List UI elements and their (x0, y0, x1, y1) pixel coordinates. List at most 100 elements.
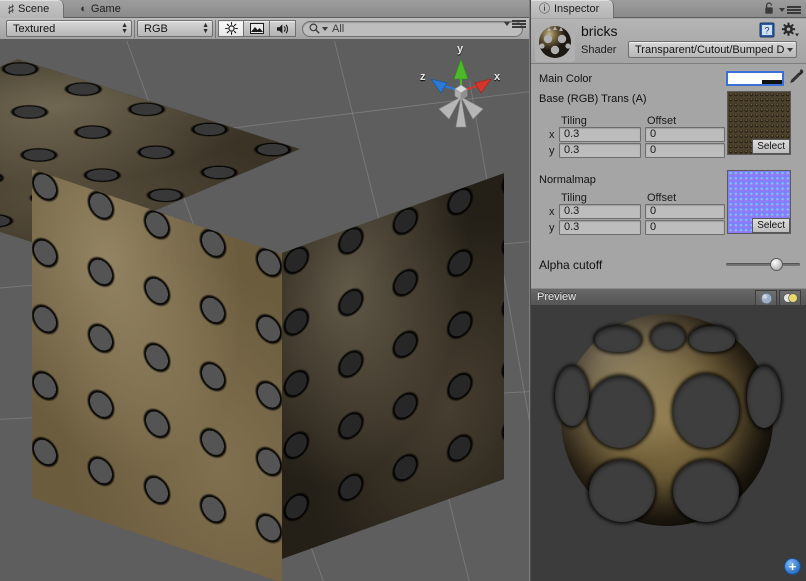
preview-title: Preview (537, 291, 576, 303)
sphere-icon (760, 292, 773, 305)
normalmap-select-button[interactable]: Select (752, 218, 790, 233)
normalmap-offset-y-input[interactable]: 0 (645, 220, 725, 235)
audio-toggle-button[interactable] (270, 20, 296, 37)
chevron-updown-icon: ▲▼ (121, 23, 128, 35)
help-button[interactable]: ? (759, 22, 775, 38)
cube-face-right-holes (282, 173, 504, 559)
cube-face-left (32, 169, 282, 581)
base-y-axis-label: y (549, 145, 555, 157)
alpha-cutoff-label: Alpha cutoff (539, 258, 602, 272)
inspector-lock-button[interactable] (763, 2, 777, 16)
grid-icon: ♯ (8, 0, 14, 18)
padlock-icon (763, 2, 775, 15)
normalmap-tiling-x-input[interactable]: 0.3 (559, 204, 641, 219)
plus-icon: + (789, 560, 797, 573)
gizmo-x-cone (475, 79, 491, 93)
base-tiling-y-input[interactable]: 0.3 (559, 143, 641, 158)
inspector-panel: ⓘ Inspector (530, 0, 806, 581)
base-texture-select-label: Select (757, 141, 785, 152)
normalmap-tiling-label: Tiling (561, 192, 587, 204)
normalmap-label: Normalmap (539, 174, 596, 186)
scene-menu-button[interactable] (504, 20, 526, 28)
base-tiling-label: Tiling (561, 115, 587, 127)
shader-label: Shader (581, 44, 616, 56)
hamburger-menu-icon (512, 20, 526, 28)
draw-mode-value: Textured (13, 23, 55, 35)
base-texture-slot[interactable]: Select (727, 91, 791, 155)
normalmap-offset-x-input[interactable]: 0 (645, 204, 725, 219)
main-color-swatch[interactable] (726, 71, 784, 86)
inspector-menu-button[interactable] (779, 6, 801, 14)
preview-sphere-mesh (561, 314, 773, 526)
draw-mode-dropdown[interactable]: Textured ▲▼ (6, 20, 132, 37)
search-icon (309, 23, 320, 34)
tab-scene-label: Scene (18, 0, 49, 18)
speaker-icon (276, 23, 290, 35)
preview-viewport[interactable]: + (531, 306, 806, 581)
sun-icon (225, 22, 238, 35)
render-mode-dropdown[interactable]: RGB ▲▼ (137, 20, 213, 37)
base-x-axis-label: x (549, 129, 555, 141)
lighting-toggle-button[interactable] (218, 20, 244, 37)
eyedropper-icon (789, 68, 804, 86)
shader-dropdown-value: Transparent/Cutout/Bumped Diff (635, 44, 784, 56)
base-offset-x-input[interactable]: 0 (645, 127, 725, 142)
normalmap-y-axis-label: y (549, 222, 555, 234)
tab-inspector[interactable]: ⓘ Inspector (531, 0, 614, 18)
scene-tabbar: ♯ Scene ◐ Game (0, 0, 529, 18)
normalmap-x-axis-label: x (549, 206, 555, 218)
gamepad-icon: ◐ (80, 0, 87, 18)
cube-face-left-holes (32, 169, 282, 581)
material-header: bricks Shader Transparent/Cutout/Bumped … (531, 19, 806, 64)
material-name: bricks (581, 23, 618, 39)
color-eyedropper-button[interactable] (789, 68, 804, 89)
search-input[interactable]: All (302, 21, 523, 37)
preview-add-button[interactable]: + (784, 558, 801, 575)
gizmo-z-label: z (420, 71, 426, 83)
svg-text:?: ? (764, 26, 769, 36)
base-texture-label: Base (RGB) Trans (A) (539, 93, 647, 105)
tab-game-label: Game (91, 0, 121, 18)
material-sphere-thumbnail (535, 22, 575, 62)
toolbar-separator (215, 20, 216, 38)
preview-mesh-button[interactable] (755, 290, 777, 306)
base-offset-label: Offset (647, 115, 676, 127)
unity-editor-window: ♯ Scene ◐ Game Textured ▲▼ RGB ▲▼ (0, 0, 806, 581)
info-circle-icon: ⓘ (539, 0, 550, 18)
normalmap-tiling-y-input[interactable]: 0.3 (559, 220, 641, 235)
tab-game[interactable]: ◐ Game (64, 0, 135, 18)
gear-icon (781, 22, 799, 38)
help-book-icon: ? (759, 22, 775, 38)
chevron-updown-icon: ▲▼ (202, 23, 209, 35)
preview-header: Preview (531, 288, 806, 306)
alpha-cutoff-slider-knob[interactable] (770, 258, 783, 271)
render-mode-value: RGB (144, 23, 168, 35)
chevron-down-icon (779, 8, 785, 12)
tab-inspector-label: Inspector (554, 0, 599, 18)
normalmap-offset-label: Offset (647, 192, 676, 204)
hamburger-menu-icon (787, 6, 801, 14)
chevron-down-icon (322, 27, 328, 31)
normalmap-select-label: Select (757, 220, 785, 231)
settings-button[interactable] (781, 22, 799, 38)
alpha-cutoff-slider-track[interactable] (726, 263, 800, 266)
gizmo-y-cone (454, 59, 468, 79)
normalmap-texture-slot[interactable]: Select (727, 170, 791, 234)
scene-viewport[interactable]: y x z (0, 41, 529, 581)
cube-face-right (282, 173, 504, 559)
light-toggle-icon (783, 292, 798, 304)
shader-dropdown[interactable]: Transparent/Cutout/Bumped Diff (628, 41, 797, 58)
scene-orientation-gizmo[interactable]: y x z (415, 45, 507, 137)
base-texture-select-button[interactable]: Select (752, 139, 790, 154)
search-input-value: All (332, 23, 344, 35)
main-color-alpha-bar (762, 80, 782, 84)
gizmo-z-cone (431, 79, 447, 93)
skybox-toggle-button[interactable] (244, 20, 270, 37)
chevron-down-icon (787, 48, 793, 52)
base-tiling-x-input[interactable]: 0.3 (559, 127, 641, 142)
tab-scene[interactable]: ♯ Scene (0, 0, 64, 18)
base-offset-y-input[interactable]: 0 (645, 143, 725, 158)
gizmo-x-label: x (494, 71, 500, 83)
scene-panel: ♯ Scene ◐ Game Textured ▲▼ RGB ▲▼ (0, 0, 529, 581)
preview-lighting-button[interactable] (779, 290, 801, 306)
